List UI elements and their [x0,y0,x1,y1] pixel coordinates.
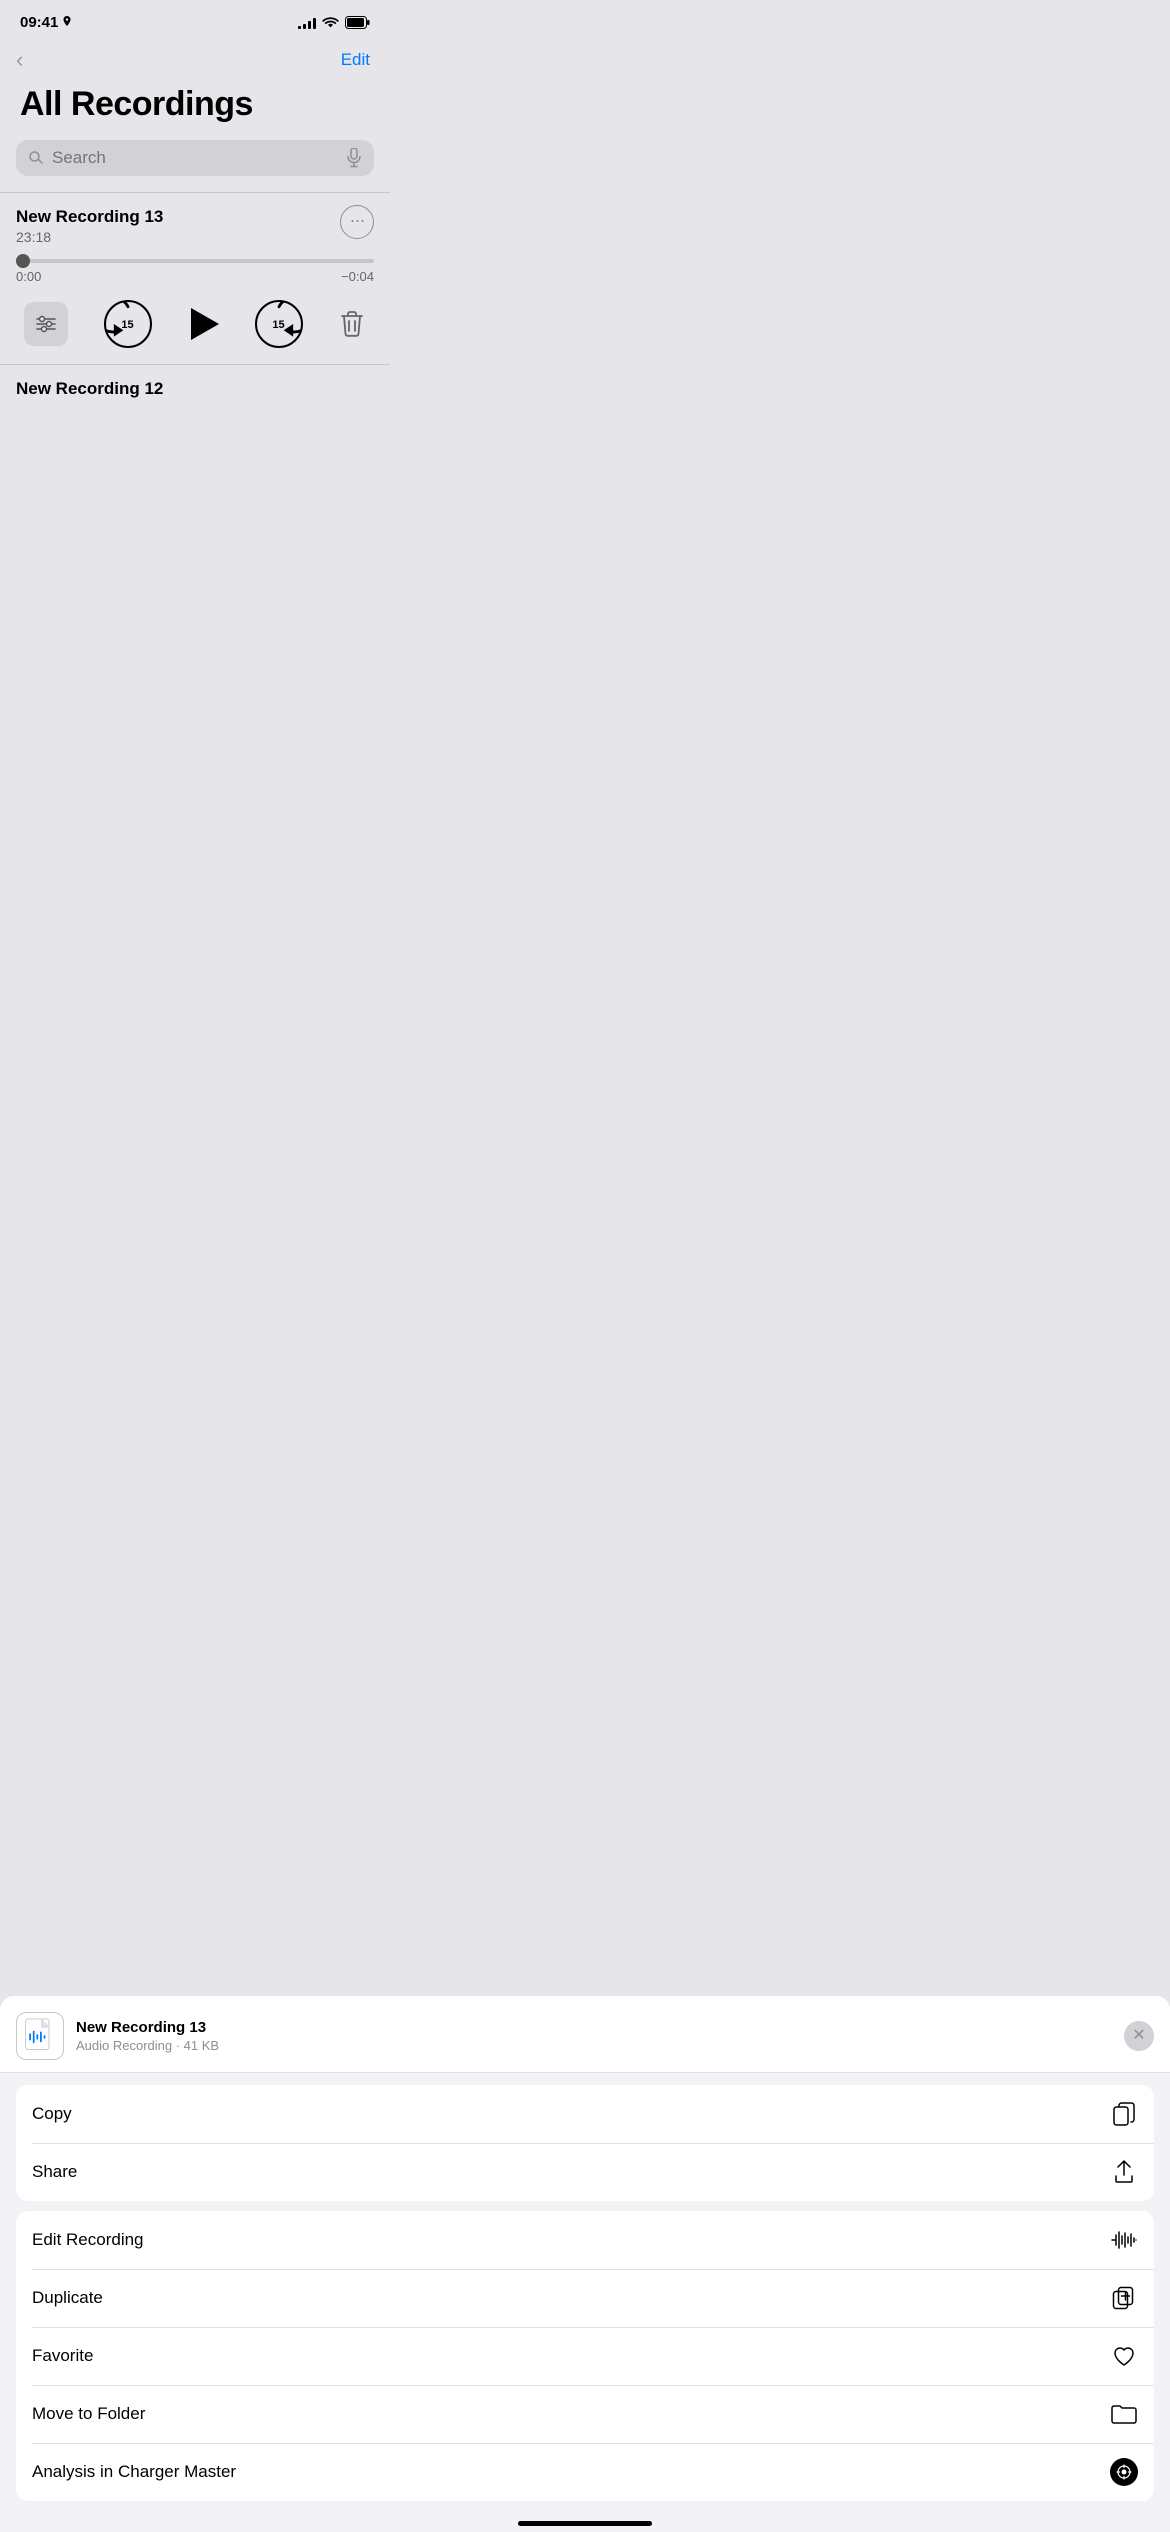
progress-labels: 0:00 −0:04 [16,269,374,284]
trash-icon [338,308,366,340]
signal-icon [298,17,316,29]
analysis-label: Analysis in Charger Master [32,2462,236,2482]
battery-icon [345,16,370,29]
heart-icon [1110,2342,1138,2370]
progress-thumb[interactable] [16,254,30,268]
share-label: Share [32,2162,77,2182]
action-group-1: Copy Share [16,2085,1154,2201]
home-indicator [0,2513,1170,2532]
skip-back-button[interactable]: 15 [104,300,152,348]
more-button[interactable]: ··· [340,205,374,239]
sheet-header: New Recording 13 Audio Recording · 41 KB… [0,1996,1170,2073]
delete-button[interactable] [338,308,366,340]
back-button[interactable]: ‹ [16,47,23,73]
edit-recording-label: Edit Recording [32,2230,144,2250]
copy-label: Copy [32,2104,72,2124]
copy-action[interactable]: Copy [16,2085,1154,2143]
analysis-action[interactable]: Analysis in Charger Master [16,2443,1154,2501]
waveform-icon [1110,2226,1138,2254]
duplicate-action[interactable]: Duplicate [16,2269,1154,2327]
progress-track[interactable] [16,259,374,263]
bottom-sheet: New Recording 13 Audio Recording · 41 KB… [0,1996,1170,2532]
duplicate-icon [1110,2284,1138,2312]
status-time: 09:41 [20,14,72,31]
play-button[interactable] [187,308,219,340]
charger-master-icon [1110,2458,1138,2486]
page-title: All Recordings [20,85,370,124]
recording-title: New Recording 13 [16,207,163,227]
time-label: 09:41 [20,14,58,31]
skip-forward-button[interactable]: 15 [255,300,303,348]
next-recording-peek: New Recording 12 [0,364,390,407]
file-icon [16,2012,64,2060]
next-recording-title: New Recording 12 [16,379,374,399]
equalizer-icon [35,315,57,333]
audio-file-icon [22,2018,58,2054]
search-bar[interactable] [16,140,374,176]
action-group-2: Edit Recording [16,2211,1154,2501]
status-icons [298,16,370,29]
status-bar: 09:41 [0,0,390,39]
duplicate-label: Duplicate [32,2288,103,2308]
wifi-icon [322,16,339,29]
action-groups: Copy Share [0,2073,1170,2513]
playback-controls: 15 15 [16,288,374,364]
folder-icon [1110,2400,1138,2428]
search-icon [28,150,44,166]
sheet-info: New Recording 13 Audio Recording · 41 KB [76,2019,1124,2053]
sheet-close-button[interactable]: ✕ [1124,2021,1154,2051]
home-bar [518,2521,652,2526]
recording-item: New Recording 13 23:18 ··· 0:00 −0:04 [0,193,390,364]
share-icon [1110,2158,1138,2186]
remaining-time-label: −0:04 [341,269,374,284]
edit-recording-action[interactable]: Edit Recording [16,2211,1154,2269]
microphone-icon [346,148,362,168]
page-title-container: All Recordings [0,81,390,140]
close-icon: ✕ [1132,2028,1145,2044]
location-icon [62,16,72,29]
bottom-sheet-overlay: New Recording 13 Audio Recording · 41 KB… [0,1996,1170,2532]
nav-bar: ‹ Edit [0,39,390,81]
move-to-folder-action[interactable]: Move to Folder [16,2385,1154,2443]
recording-duration: 23:18 [16,229,163,245]
copy-icon [1110,2100,1138,2128]
sheet-subtitle: Audio Recording · 41 KB [76,2038,1124,2053]
sheet-title: New Recording 13 [76,2019,1124,2036]
current-time-label: 0:00 [16,269,41,284]
eq-button[interactable] [24,302,68,346]
move-to-folder-label: Move to Folder [32,2404,145,2424]
favorite-label: Favorite [32,2346,93,2366]
progress-container: 0:00 −0:04 [16,259,374,288]
skip-forward-number: 15 [272,320,284,331]
share-action[interactable]: Share [16,2143,1154,2201]
skip-back-number: 15 [121,320,133,331]
search-input[interactable] [52,148,338,168]
recording-header: New Recording 13 23:18 ··· [16,207,374,245]
favorite-action[interactable]: Favorite [16,2327,1154,2385]
edit-button[interactable]: Edit [341,50,370,70]
recording-info: New Recording 13 23:18 [16,207,163,245]
play-icon [191,308,219,340]
search-container [0,140,390,192]
